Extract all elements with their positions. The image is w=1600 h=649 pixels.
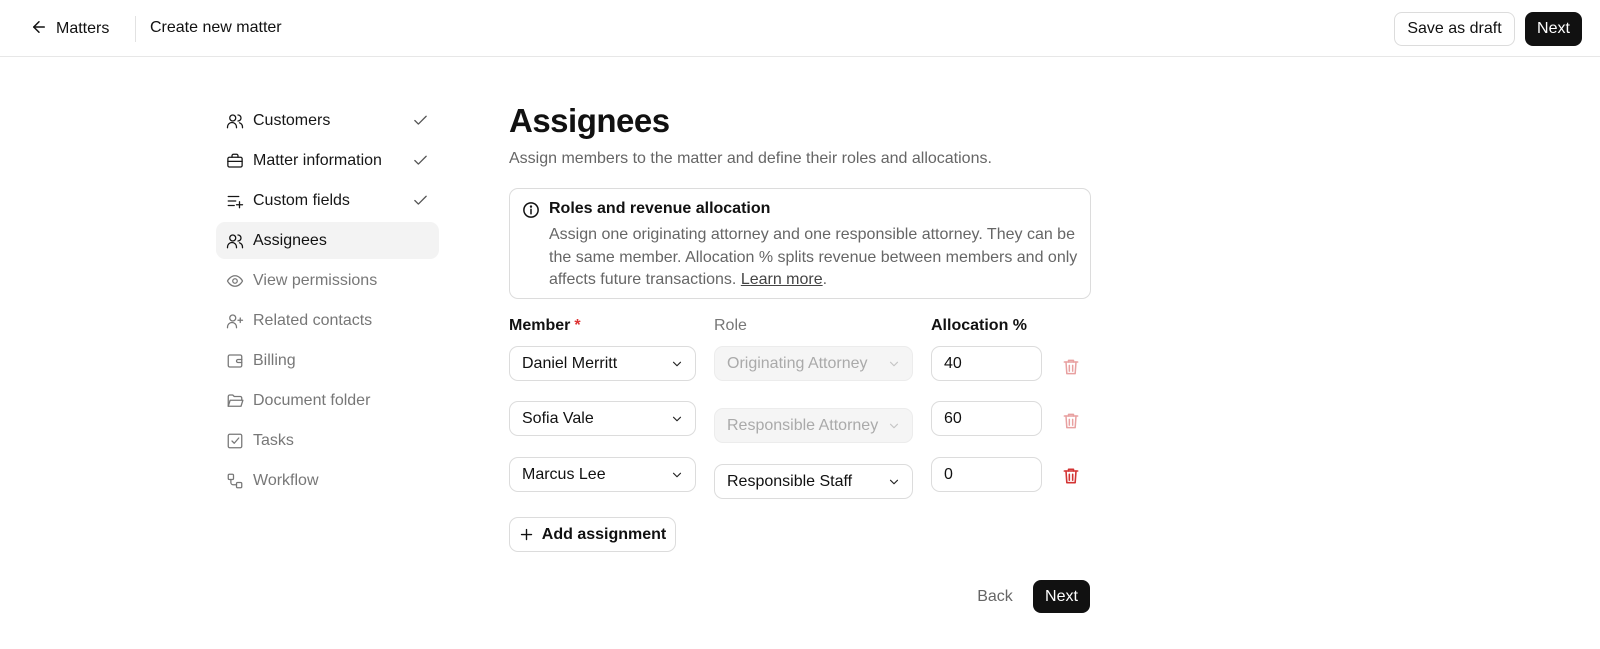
trash-icon xyxy=(1063,413,1079,429)
info-title: Roles and revenue allocation xyxy=(549,200,771,217)
add-assignment-button[interactable]: Add assignment xyxy=(509,517,676,552)
step-label: Related contacts xyxy=(253,311,373,329)
users-icon xyxy=(226,232,244,250)
role-select-value: Responsible Staff xyxy=(727,472,853,490)
user-plus-icon xyxy=(226,312,244,330)
folder-icon xyxy=(226,392,244,410)
member-select[interactable]: Daniel Merritt xyxy=(509,346,696,381)
info-icon xyxy=(523,202,539,218)
next-button[interactable]: Next xyxy=(1033,580,1090,613)
delete-row-button[interactable] xyxy=(1061,357,1081,377)
step-matter-information[interactable]: Matter information xyxy=(216,142,439,179)
role-select-value: Responsible Attorney xyxy=(727,416,879,434)
step-workflow[interactable]: Workflow xyxy=(216,462,439,499)
member-header-label: Member xyxy=(509,317,571,334)
allocation-value: 60 xyxy=(944,409,962,427)
users-icon xyxy=(226,112,244,130)
delete-row-button[interactable] xyxy=(1061,411,1081,431)
top-bar: Matters Create new matter Save as draft … xyxy=(0,0,1600,57)
member-select-value: Daniel Merritt xyxy=(522,354,618,372)
allocation-value: 40 xyxy=(944,354,962,372)
page-title: Create new matter xyxy=(150,19,282,36)
member-select-value: Sofia Vale xyxy=(522,409,594,427)
back-link-label: Matters xyxy=(56,20,110,37)
next-button-top[interactable]: Next xyxy=(1525,12,1582,46)
steps-sidebar: Customers Matter information Custom fiel… xyxy=(216,102,439,502)
list-plus-icon xyxy=(226,192,244,210)
info-body-end: . xyxy=(822,271,828,288)
role-select[interactable]: Responsible Staff xyxy=(714,464,913,499)
info-body: Assign one originating attorney and one … xyxy=(549,224,1079,292)
step-assignees[interactable]: Assignees xyxy=(216,222,439,259)
member-column-header: Member * xyxy=(509,317,581,335)
allocation-column-header: Allocation % xyxy=(931,317,1028,334)
allocation-input[interactable]: 60 xyxy=(931,401,1042,436)
header-divider xyxy=(135,16,136,42)
member-select-value: Marcus Lee xyxy=(522,465,606,483)
member-select[interactable]: Sofia Vale xyxy=(509,401,696,436)
chevron-down-icon xyxy=(672,416,682,422)
checkbox-icon xyxy=(226,432,244,450)
delete-row-button[interactable] xyxy=(1061,466,1081,486)
step-label: Tasks xyxy=(253,431,294,449)
allocation-input[interactable]: 40 xyxy=(931,346,1042,381)
step-label: Custom fields xyxy=(253,191,350,209)
role-select: Responsible Attorney xyxy=(714,408,913,443)
add-assignment-label: Add assignment xyxy=(541,525,667,543)
section-subtitle: Assign members to the matter and define … xyxy=(509,150,992,167)
check-icon xyxy=(414,115,427,125)
chevron-down-icon xyxy=(672,472,682,478)
allocation-input[interactable]: 0 xyxy=(931,457,1042,492)
step-label: Assignees xyxy=(253,231,327,249)
role-select-value: Originating Attorney xyxy=(727,354,868,372)
step-custom-fields[interactable]: Custom fields xyxy=(216,182,439,219)
step-customers[interactable]: Customers xyxy=(216,102,439,139)
step-label: Customers xyxy=(253,111,331,129)
section-title: Assignees xyxy=(509,102,670,139)
step-view-permissions[interactable]: View permissions xyxy=(216,262,439,299)
wallet-icon xyxy=(226,352,244,370)
step-related-contacts[interactable]: Related contacts xyxy=(216,302,439,339)
workflow-icon xyxy=(226,472,244,490)
plus-icon xyxy=(520,528,532,541)
briefcase-icon xyxy=(226,152,244,170)
chevron-down-icon xyxy=(889,361,899,367)
step-label: View permissions xyxy=(253,271,378,289)
check-icon xyxy=(414,195,427,205)
trash-icon xyxy=(1063,359,1079,375)
role-select: Originating Attorney xyxy=(714,346,913,381)
check-icon xyxy=(414,155,427,165)
trash-icon xyxy=(1063,468,1079,484)
chevron-down-icon xyxy=(672,361,682,367)
chevron-down-icon xyxy=(889,479,899,485)
back-button[interactable]: Back xyxy=(970,580,1020,613)
info-callout: Roles and revenue allocation Assign one … xyxy=(509,188,1091,299)
step-document-folder[interactable]: Document folder xyxy=(216,382,439,419)
chevron-down-icon xyxy=(889,423,899,429)
step-label: Document folder xyxy=(253,391,371,409)
role-column-header: Role xyxy=(714,317,747,334)
allocation-value: 0 xyxy=(944,465,953,483)
step-label: Matter information xyxy=(253,151,382,169)
learn-more-link[interactable]: Learn more xyxy=(741,271,823,288)
step-label: Billing xyxy=(253,351,296,369)
step-billing[interactable]: Billing xyxy=(216,342,439,379)
member-select[interactable]: Marcus Lee xyxy=(509,457,696,492)
required-marker: * xyxy=(574,317,581,334)
step-label: Workflow xyxy=(253,471,319,489)
step-tasks[interactable]: Tasks xyxy=(216,422,439,459)
eye-icon xyxy=(226,272,244,290)
arrow-left-icon xyxy=(30,18,48,41)
save-draft-button[interactable]: Save as draft xyxy=(1394,12,1515,46)
back-to-matters-link[interactable]: Matters xyxy=(24,13,115,45)
